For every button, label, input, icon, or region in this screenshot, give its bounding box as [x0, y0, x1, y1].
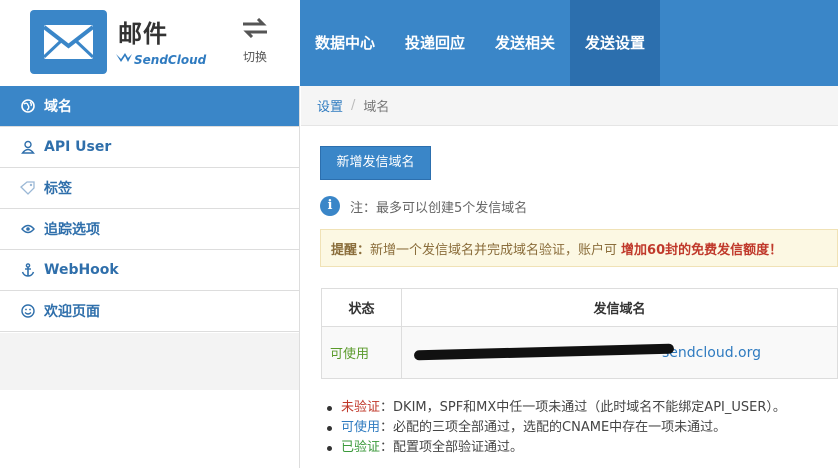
sidebar-item-tracking[interactable]: 追踪选项 [0, 209, 299, 250]
row-status: 可使用 [321, 326, 402, 379]
list-item: 未验证 ： DKIM，SPF和MX中任一项未通过（此时域名不能绑定API_USE… [327, 398, 786, 418]
alert-emphasis: 增加60封的免费发信额度！ [621, 242, 783, 258]
sidebar-item-welcome-page[interactable]: 欢迎页面 [0, 291, 299, 332]
nav-sending-related[interactable]: 发送相关 [480, 0, 570, 86]
table-header-row: 状态 发信域名 [321, 288, 838, 327]
top-nav: 数据中心 投递回应 发送相关 发送设置 [300, 0, 838, 86]
redaction-mark [413, 343, 675, 361]
brand-logo-icon [116, 52, 132, 67]
sidebar: 域名 API User 标签 追踪选项 WebHook 欢迎页面 [0, 86, 300, 468]
sidebar-item-label: 追踪选项 [44, 222, 100, 238]
switch-button[interactable]: 切换 [236, 17, 274, 65]
tag-icon [20, 180, 36, 196]
row-domain-link[interactable]: sendcloud.org [401, 326, 838, 379]
legend-sep: ： [380, 420, 394, 435]
legend-key-verified: 已验证 [341, 440, 381, 455]
row-domain-text: sendcloud.org [662, 344, 761, 361]
list-item: 已验证 ： 配置项全部验证通过。 [327, 438, 786, 458]
status-legend: 未验证 ： DKIM，SPF和MX中任一项未通过（此时域名不能绑定API_USE… [327, 398, 786, 458]
sidebar-item-label: 标签 [44, 181, 72, 197]
sidebar-item-webhook[interactable]: WebHook [0, 250, 299, 291]
switch-arrows-icon [241, 17, 269, 42]
legend-text: 必配的三项全部通过，选配的CNAME中存在一项未通过。 [393, 420, 727, 435]
logo-area: 邮件 SendCloud 切换 [0, 0, 300, 86]
user-icon [20, 139, 36, 155]
alert-text: 新增一个发信域名并完成域名验证，账户可 [370, 242, 618, 258]
brand-name: SendCloud [116, 52, 206, 67]
list-item: 可使用 ： 必配的三项全部通过，选配的CNAME中存在一项未通过。 [327, 418, 786, 438]
sidebar-item-label: WebHook [44, 262, 119, 278]
breadcrumb-separator: / [351, 98, 356, 113]
legend-text: DKIM，SPF和MX中任一项未通过（此时域名不能绑定API_USER）。 [393, 400, 786, 415]
sidebar-item-tags[interactable]: 标签 [0, 168, 299, 209]
column-header-domain: 发信域名 [401, 288, 838, 327]
info-icon: i [320, 196, 340, 216]
sidebar-item-label: 域名 [44, 99, 72, 115]
breadcrumb-settings-link[interactable]: 设置 [317, 96, 343, 115]
sidebar-item-api-user[interactable]: API User [0, 127, 299, 168]
sidebar-empty-area [0, 333, 299, 390]
legend-sep: ： [380, 400, 394, 415]
sidebar-item-label: API User [44, 139, 112, 155]
legend-key-unverified: 未验证 [341, 400, 381, 415]
globe-icon [20, 98, 36, 114]
eye-icon [20, 221, 36, 237]
smile-icon [20, 303, 36, 319]
legend-key-usable: 可使用 [341, 420, 381, 435]
reminder-alert: 提醒： 新增一个发信域名并完成域名验证，账户可 增加60封的免费发信额度！ [320, 229, 838, 267]
switch-label: 切换 [242, 50, 267, 64]
brand-label: SendCloud [134, 52, 207, 67]
legend-text: 配置项全部验证通过。 [393, 440, 524, 455]
sidebar-item-domain[interactable]: 域名 [0, 86, 299, 127]
breadcrumb: 设置 / 域名 [301, 86, 838, 126]
anchor-icon [20, 262, 36, 278]
note-text: 注：最多可以创建5个发信域名 [350, 200, 528, 216]
legend-sep: ： [380, 440, 394, 455]
column-header-status: 状态 [321, 288, 402, 327]
add-sending-domain-button[interactable]: 新增发信域名 [320, 146, 431, 180]
domain-limit-note: i 注：最多可以创建5个发信域名 [320, 196, 527, 216]
table-row: 可使用 sendcloud.org [321, 326, 838, 379]
mail-logo-icon[interactable] [30, 10, 107, 74]
nav-delivery-response[interactable]: 投递回应 [390, 0, 480, 86]
breadcrumb-current: 域名 [363, 100, 390, 115]
alert-prefix: 提醒： [331, 242, 371, 258]
nav-sending-settings[interactable]: 发送设置 [570, 0, 661, 86]
sidebar-item-label: 欢迎页面 [44, 304, 100, 320]
domain-table: 状态 发信域名 可使用 sendcloud.org [321, 288, 838, 379]
nav-data-center[interactable]: 数据中心 [300, 0, 390, 86]
app-title: 邮件 [118, 20, 168, 48]
